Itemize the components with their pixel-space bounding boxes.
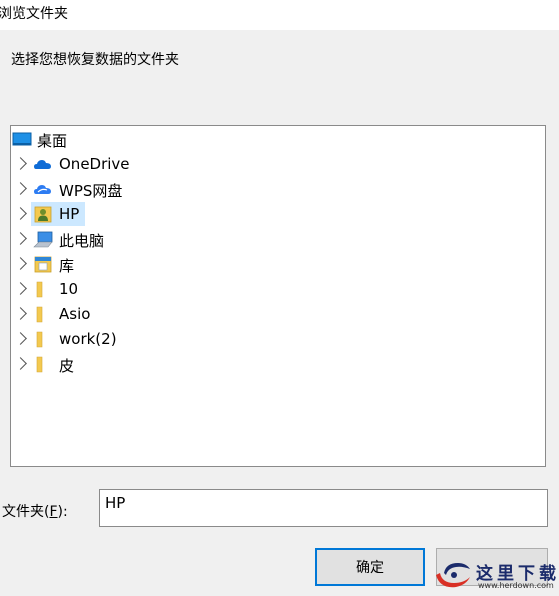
onedrive-cloud-icon	[34, 160, 51, 169]
chevron-right-icon[interactable]	[14, 357, 27, 370]
tree-node-label: 库	[59, 257, 75, 275]
chevron-right-icon[interactable]	[14, 257, 27, 270]
tree-node-label: 桌面	[37, 132, 68, 150]
library-icon	[34, 256, 52, 273]
tree-node-folder-asio[interactable]: Asio	[11, 302, 311, 326]
ok-button[interactable]: 确定	[315, 548, 425, 586]
chevron-right-icon[interactable]	[14, 282, 27, 295]
folder-icon	[36, 281, 43, 298]
tree-node-label: Asio	[59, 305, 91, 323]
folder-icon	[36, 331, 43, 348]
tree-node-desktop[interactable]: 桌面	[11, 127, 311, 151]
chevron-right-icon[interactable]	[14, 332, 27, 345]
watermark-url: www.herdown.com	[478, 581, 554, 590]
wps-cloud-icon	[34, 185, 51, 194]
window-title: 浏览文件夹	[0, 6, 68, 22]
user-folder-icon	[34, 206, 52, 223]
site-watermark: 这里下载 www.herdown.com	[430, 555, 559, 596]
instruction-text: 选择您想恢复数据的文件夹	[11, 52, 179, 68]
folder-label-suffix: ):	[57, 504, 68, 520]
computer-icon	[33, 231, 53, 248]
tree-node-onedrive[interactable]: OneDrive	[11, 152, 311, 176]
tree-node-folder-work2[interactable]: work(2)	[11, 327, 311, 351]
watermark-logo-icon	[436, 563, 470, 588]
folder-icon	[36, 356, 43, 373]
tree-node-hp[interactable]: HP	[11, 202, 311, 226]
tree-node-label: 此电脑	[59, 232, 105, 250]
tree-node-folder-10[interactable]: 10	[11, 277, 311, 301]
tree-node-label: WPS网盘	[59, 182, 123, 200]
tree-node-folder-pi[interactable]: 皮	[11, 352, 311, 376]
title-bar: 浏览文件夹	[0, 0, 559, 30]
tree-node-label: OneDrive	[59, 155, 130, 173]
desktop-icon	[12, 132, 32, 146]
folder-icon	[36, 306, 43, 323]
tree-node-label: work(2)	[59, 330, 117, 348]
tree-node-label: 皮	[59, 357, 75, 375]
chevron-right-icon[interactable]	[14, 207, 27, 220]
chevron-right-icon[interactable]	[14, 182, 27, 195]
chevron-right-icon[interactable]	[14, 232, 27, 245]
folder-label-prefix: 文件夹(	[2, 504, 50, 520]
folder-input[interactable]: HP	[99, 489, 548, 527]
chevron-right-icon[interactable]	[14, 157, 27, 170]
tree-node-label: 10	[59, 280, 79, 298]
folder-label-accel-key: F	[49, 504, 58, 520]
folder-field-label: 文件夹(F):	[2, 501, 68, 521]
folder-tree[interactable]: 桌面 OneDrive WPS网盘 HP 此电脑 库 10 Asio work(…	[10, 125, 546, 467]
chevron-right-icon[interactable]	[14, 307, 27, 320]
tree-node-wps[interactable]: WPS网盘	[11, 177, 311, 201]
tree-node-label: HP	[59, 205, 80, 223]
tree-node-this-pc[interactable]: 此电脑	[11, 227, 311, 251]
tree-node-library[interactable]: 库	[11, 252, 311, 276]
